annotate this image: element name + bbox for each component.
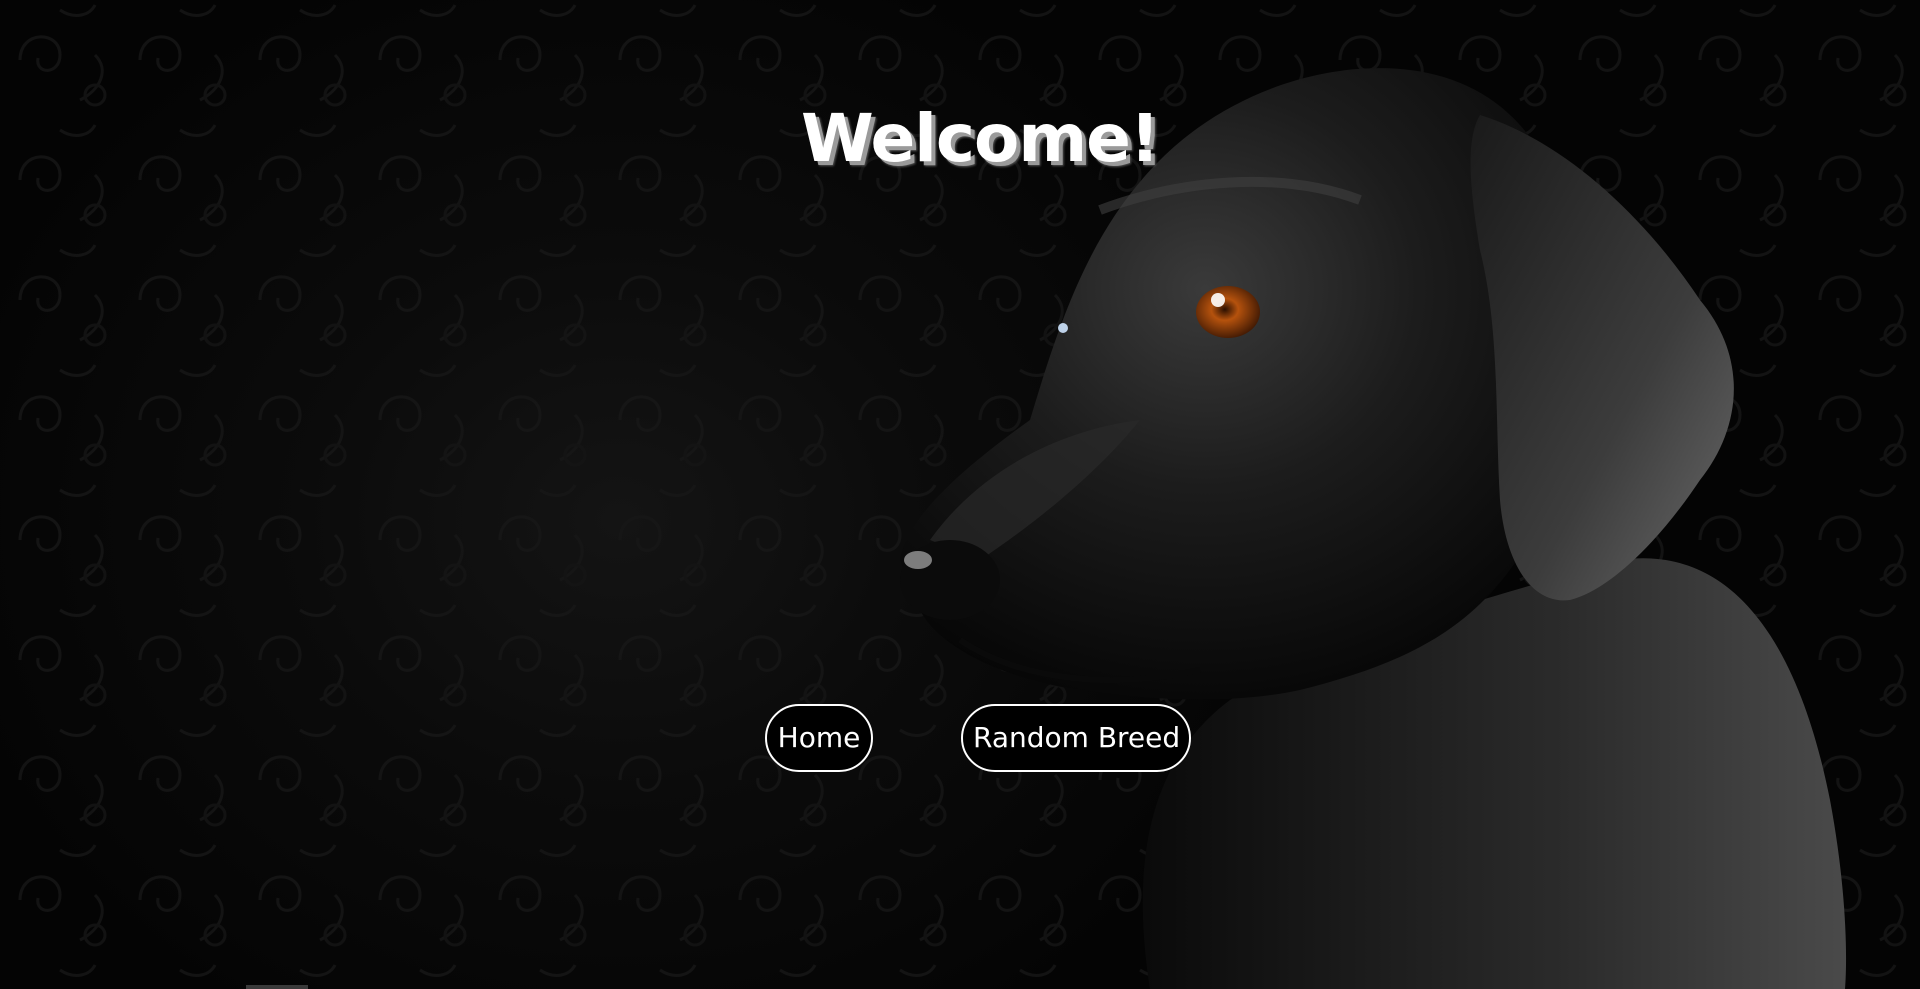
scroll-indicator (246, 985, 308, 989)
page-root: Welcome! Home Random Breed (0, 0, 1920, 989)
nav-bar: Home Random Breed (0, 704, 1920, 776)
home-button[interactable]: Home (765, 704, 873, 772)
random-breed-button[interactable]: Random Breed (961, 704, 1191, 772)
page-title: Welcome! (801, 100, 1160, 177)
